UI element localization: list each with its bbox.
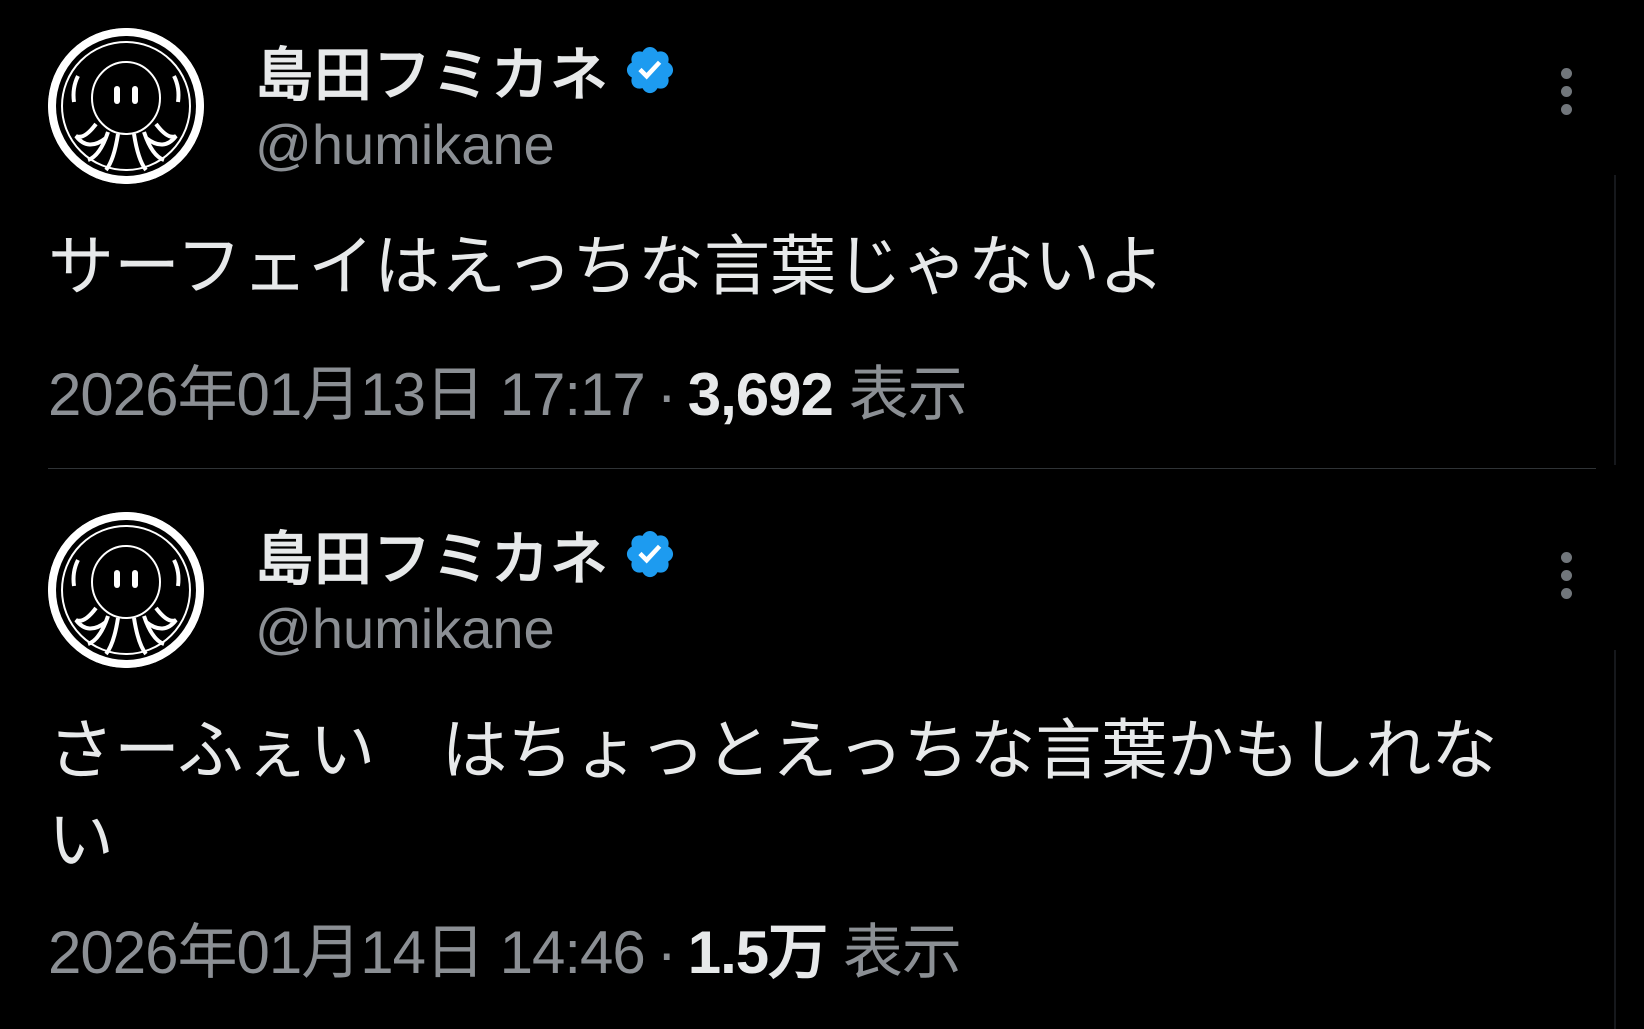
author-row: 島田フミカネ: [255, 30, 677, 110]
avatar[interactable]: [48, 512, 204, 668]
author-display-name[interactable]: 島田フミカネ: [255, 28, 609, 112]
view-count[interactable]: 1.5万: [688, 919, 828, 986]
author-display-name[interactable]: 島田フミカネ: [255, 512, 609, 596]
view-count-label: 表示: [842, 919, 962, 986]
tweet-meta: 2026年01月14日 14:46 · 1.5万 表示: [48, 904, 962, 991]
view-count-label: 表示: [848, 361, 968, 428]
view-count[interactable]: 3,692: [688, 361, 834, 428]
author-handle[interactable]: @humikane: [255, 596, 555, 661]
tweet[interactable]: 島田フミカネ @humikane さーふぇい はちょっとえっちな言葉かもしれない…: [0, 484, 1644, 1029]
author-handle[interactable]: @humikane: [255, 112, 555, 177]
meta-separator: ·: [656, 361, 677, 428]
tweet-divider: [48, 468, 1596, 469]
tweet-timestamp[interactable]: 2026年01月13日 17:17: [48, 361, 646, 428]
octopus-avatar-icon: [48, 28, 204, 184]
verified-badge-icon: [623, 43, 677, 97]
author-row: 島田フミカネ: [255, 514, 677, 594]
octopus-avatar-icon: [48, 512, 204, 668]
avatar[interactable]: [48, 28, 204, 184]
tweet-text: さーふぇい はちょっとえっちな言葉かもしれない: [48, 712, 1498, 879]
more-vertical-icon[interactable]: [1546, 546, 1586, 606]
thread-edge: [1614, 650, 1616, 1029]
tweet-meta: 2026年01月13日 17:17 · 3,692 表示: [48, 346, 968, 433]
thread-edge: [1614, 175, 1616, 465]
more-vertical-icon[interactable]: [1546, 62, 1586, 122]
tweet-text: サーフェイはえっちな言葉じゃないよ: [48, 228, 1165, 305]
tweet[interactable]: 島田フミカネ @humikane サーフェイはえっちな言葉じゃないよ 2026年…: [0, 0, 1644, 468]
meta-separator: ·: [656, 919, 677, 986]
verified-badge-icon: [623, 527, 677, 581]
tweet-timestamp[interactable]: 2026年01月14日 14:46: [48, 919, 646, 986]
